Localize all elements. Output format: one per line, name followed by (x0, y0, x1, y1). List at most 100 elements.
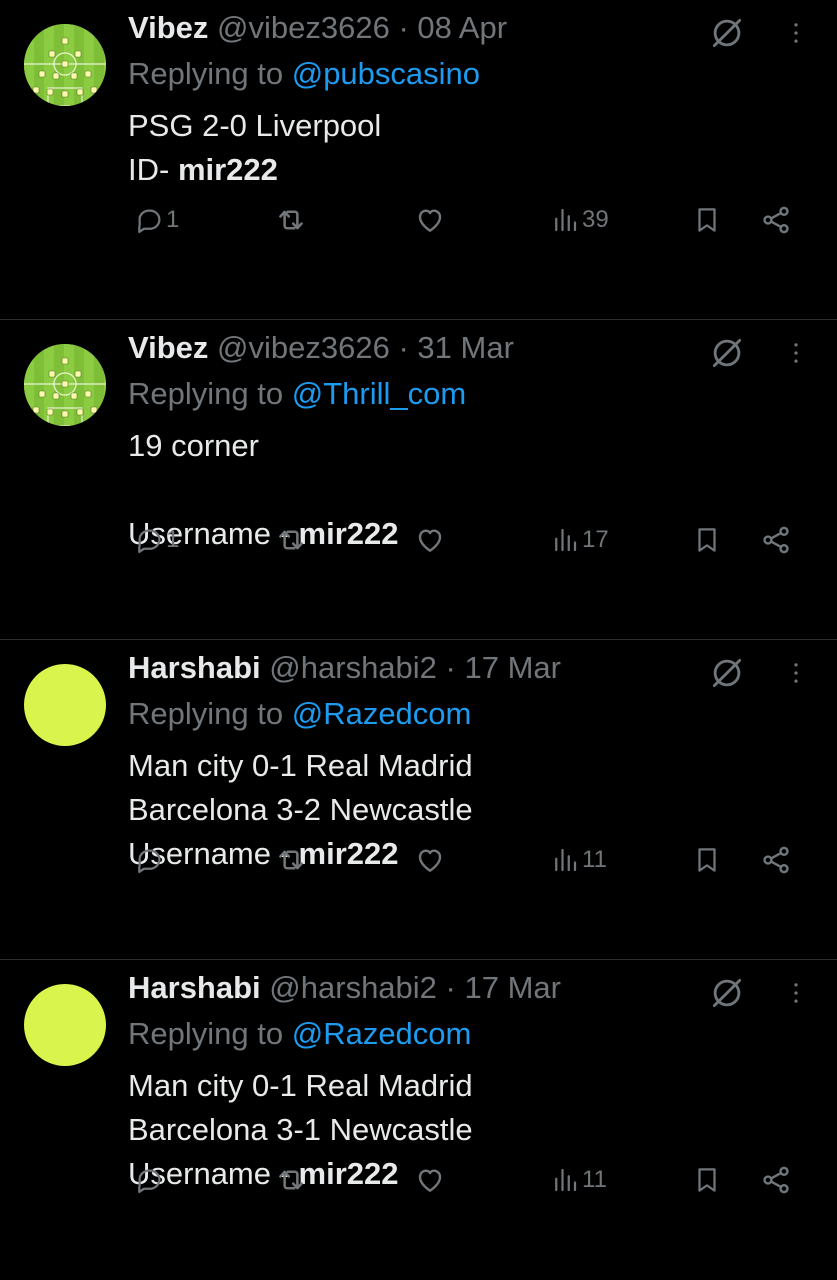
like-button[interactable] (414, 836, 446, 884)
bookmark-button[interactable] (692, 516, 722, 564)
user-handle[interactable]: @vibez3626 (217, 10, 390, 45)
reply-button[interactable]: 1 (134, 516, 179, 564)
views-count: 11 (582, 846, 607, 873)
user-name[interactable]: Vibez (128, 330, 208, 365)
share-button[interactable] (760, 516, 792, 564)
views-icon (550, 1165, 580, 1195)
action-bar: 1 17 (0, 516, 837, 564)
tweet-text-segment: Man city 0-1 Real Madrid (128, 1068, 473, 1103)
more-icon[interactable] (782, 334, 810, 372)
tweet-text-line: PSG 2-0 Liverpool (128, 104, 381, 148)
tweet-text-line: Man city 0-1 Real Madrid (128, 1064, 473, 1108)
reply-button[interactable] (134, 1156, 164, 1204)
tweet[interactable]: Harshabi @harshabi2 · 17 Mar Replying to… (0, 640, 837, 960)
tweet[interactable]: Vibez @vibez3626 · 31 Mar Replying to @T… (0, 320, 837, 640)
bookmark-button[interactable] (692, 196, 722, 244)
tweet-text-segment: PSG 2-0 Liverpool (128, 108, 382, 143)
tweet[interactable]: Harshabi @harshabi2 · 17 Mar Replying to… (0, 960, 837, 1280)
like-icon (414, 1164, 446, 1196)
share-button[interactable] (760, 1156, 792, 1204)
tweet-text-line: Barcelona 3-1 Newcastle (128, 1108, 473, 1152)
more-icon[interactable] (782, 974, 810, 1012)
bookmark-button[interactable] (692, 1156, 722, 1204)
retweet-icon (274, 203, 308, 237)
replying-mention[interactable]: @Thrill_com (292, 376, 466, 411)
tweet-header: Vibez @vibez3626 · 31 Mar (128, 330, 697, 366)
replying-mention[interactable]: @Razedcom (292, 696, 472, 731)
tweet-date[interactable]: 31 Mar (417, 330, 513, 365)
like-button[interactable] (414, 196, 446, 244)
grok-icon[interactable] (708, 974, 746, 1012)
user-handle[interactable]: @harshabi2 (269, 650, 437, 685)
replying-mention[interactable]: @pubscasino (292, 56, 480, 91)
replying-mention[interactable]: @Razedcom (292, 1016, 472, 1051)
tweet-text-line: Man city 0-1 Real Madrid (128, 744, 473, 788)
share-button[interactable] (760, 836, 792, 884)
avatar[interactable] (24, 344, 106, 426)
grok-icon[interactable] (708, 654, 746, 692)
tweet-header: Harshabi @harshabi2 · 17 Mar (128, 970, 697, 1006)
more-icon[interactable] (782, 14, 810, 52)
bookmark-icon (692, 845, 722, 875)
tweet-feed: Vibez @vibez3626 · 08 Apr Replying to @p… (0, 0, 837, 1280)
reply-icon (134, 845, 164, 875)
action-bar: 1 39 (0, 196, 837, 244)
tweet-date[interactable]: 08 Apr (417, 10, 507, 45)
user-handle[interactable]: @vibez3626 (217, 330, 390, 365)
retweet-button[interactable] (274, 196, 308, 244)
separator-dot: · (389, 330, 418, 365)
share-button[interactable] (760, 196, 792, 244)
grok-icon[interactable] (708, 334, 746, 372)
tweet-header: Vibez @vibez3626 · 08 Apr (128, 10, 697, 46)
more-icon[interactable] (782, 654, 810, 692)
tweet-text-line: ID- mir222 (128, 148, 381, 192)
share-icon (760, 1164, 792, 1196)
retweet-button[interactable] (274, 516, 308, 564)
user-name[interactable]: Harshabi (128, 650, 261, 685)
like-icon (414, 524, 446, 556)
views-icon (550, 845, 580, 875)
views-icon (550, 205, 580, 235)
bookmark-button[interactable] (692, 836, 722, 884)
reply-button[interactable] (134, 836, 164, 884)
replying-prefix: Replying to (128, 1016, 284, 1051)
tweet-text-bold: mir222 (177, 152, 278, 187)
views-count: 39 (582, 206, 609, 233)
tweet-date[interactable]: 17 Mar (464, 970, 560, 1005)
reply-icon (134, 205, 164, 235)
views-count: 11 (582, 1166, 607, 1193)
retweet-icon (274, 843, 308, 877)
retweet-icon (274, 1163, 308, 1197)
views-button[interactable]: 39 (550, 196, 609, 244)
tweet-text-segment: ID- (128, 152, 178, 187)
retweet-icon (274, 523, 308, 557)
views-button[interactable]: 11 (550, 1156, 607, 1204)
avatar[interactable] (24, 984, 106, 1066)
user-handle[interactable]: @harshabi2 (269, 970, 437, 1005)
views-button[interactable]: 11 (550, 836, 607, 884)
bookmark-icon (692, 525, 722, 555)
user-name[interactable]: Harshabi (128, 970, 261, 1005)
avatar[interactable] (24, 664, 106, 746)
tweet-text-segment: Barcelona 3-1 Newcastle (128, 1112, 473, 1147)
reply-icon (134, 1165, 164, 1195)
replying-to: Replying to @Razedcom (128, 696, 471, 732)
replies-count: 1 (166, 206, 180, 233)
avatar[interactable] (24, 24, 106, 106)
reply-button[interactable]: 1 (134, 196, 179, 244)
retweet-button[interactable] (274, 1156, 308, 1204)
tweet-date[interactable]: 17 Mar (464, 650, 560, 685)
tweet[interactable]: Vibez @vibez3626 · 08 Apr Replying to @p… (0, 0, 837, 320)
user-name[interactable]: Vibez (128, 10, 208, 45)
views-button[interactable]: 17 (550, 516, 609, 564)
grok-icon[interactable] (708, 14, 746, 52)
like-button[interactable] (414, 516, 446, 564)
share-icon (760, 844, 792, 876)
like-button[interactable] (414, 1156, 446, 1204)
retweet-button[interactable] (274, 836, 308, 884)
tweet-text-line (128, 468, 399, 512)
action-bar: 11 (0, 836, 837, 884)
replying-prefix: Replying to (128, 56, 284, 91)
replying-to: Replying to @Thrill_com (128, 376, 466, 412)
separator-dot: · (436, 650, 465, 685)
